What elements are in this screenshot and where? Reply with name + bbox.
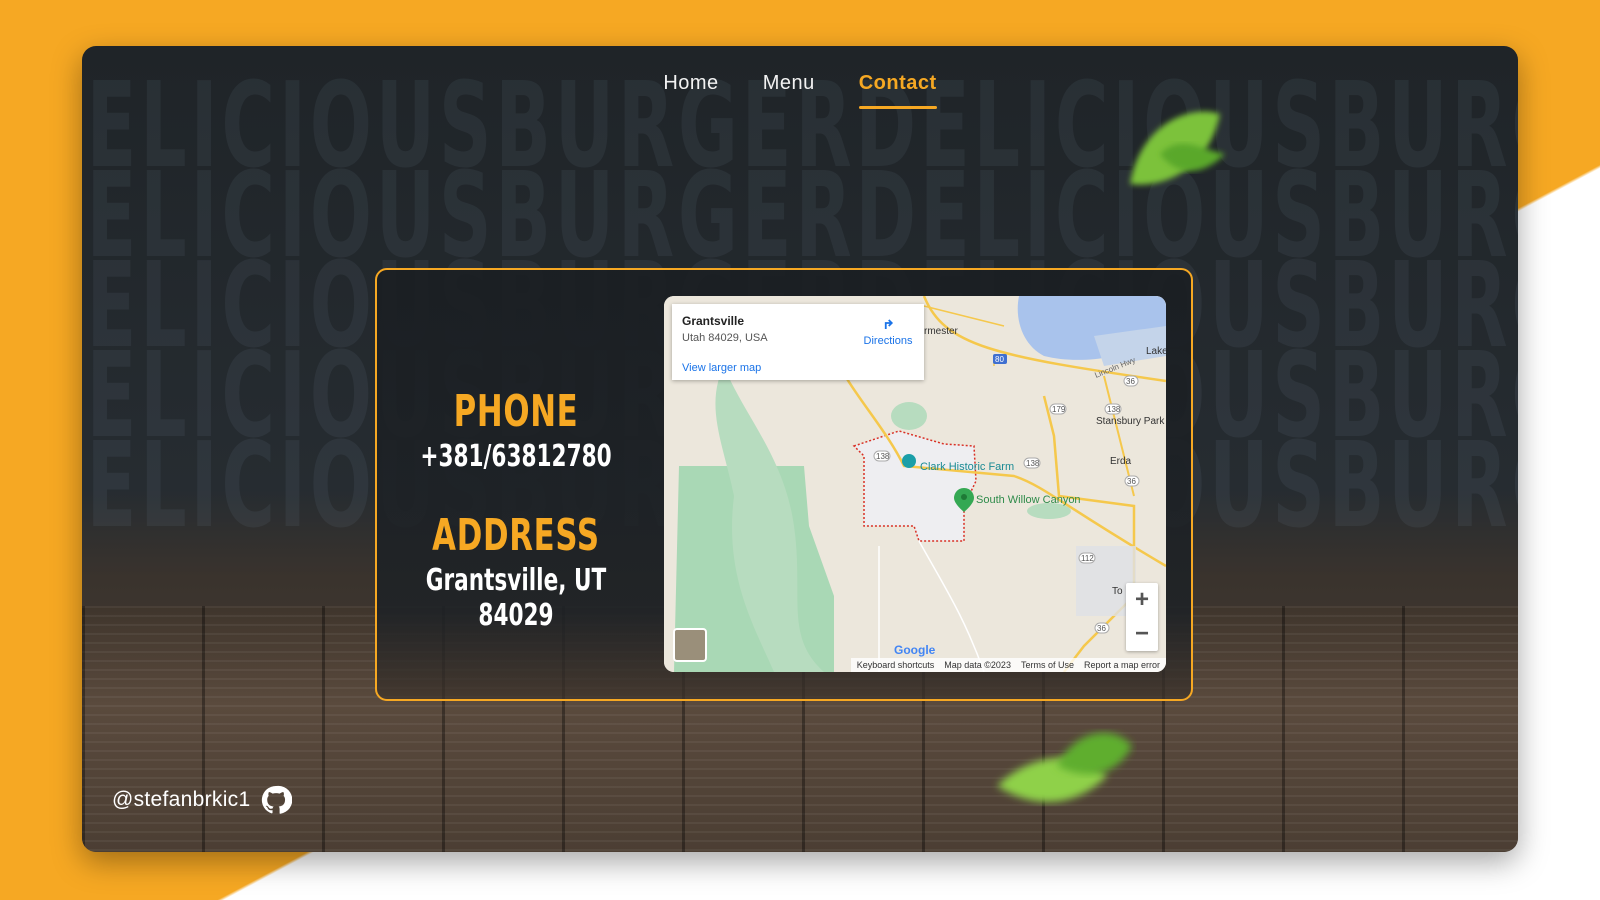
report-error-link[interactable]: Report a map error (1084, 660, 1160, 670)
author-handle: @stefanbrkic1 (112, 784, 293, 816)
author-handle-text: @stefanbrkic1 (112, 788, 251, 811)
directions-icon (884, 319, 894, 329)
address-value: Grantsville, UT 84029 (425, 563, 607, 633)
nav-contact[interactable]: Contact (858, 68, 937, 121)
phone-label: PHONE (453, 386, 579, 437)
road-badge: 179 (1052, 405, 1066, 414)
nav-home[interactable]: Home (663, 68, 718, 121)
github-link[interactable] (260, 784, 293, 816)
road-badge: 138 (1107, 405, 1121, 414)
view-larger-map-link[interactable]: View larger map (682, 362, 761, 374)
road-badge: 36 (1126, 377, 1135, 386)
google-logo: Google (894, 643, 936, 657)
map-label: Clark Historic Farm (920, 461, 1014, 473)
terms-link[interactable]: Terms of Use (1021, 660, 1074, 670)
embedded-map[interactable]: 138 138 179 36 112 36 80 36 138 Clark Hi… (664, 296, 1166, 672)
contact-card: PHONE +381/63812780 ADDRESS Grantsville,… (375, 268, 1193, 701)
map-label: Lake (1146, 346, 1166, 357)
background-text-row: DELICIOUSBURGERDELICIOUSBURGER (82, 146, 1518, 284)
nav-menu[interactable]: Menu (763, 68, 815, 121)
directions-button[interactable]: Directions (860, 314, 916, 347)
satellite-toggle[interactable] (673, 628, 707, 662)
github-icon (262, 785, 293, 814)
map-label: rmester (924, 326, 959, 337)
map-label: To (1112, 586, 1123, 597)
keyboard-shortcuts-link[interactable]: Keyboard shortcuts (857, 660, 935, 670)
place-subtitle: Utah 84029, USA (682, 332, 768, 344)
leaf-icon (1130, 111, 1225, 185)
map-label: Stansbury Park (1096, 416, 1165, 427)
road-badge: 138 (876, 452, 890, 461)
page-frame: DELICIOUSBURGERDELICIOUSBURGER DELICIOUS… (82, 46, 1518, 852)
road-badge: 80 (995, 355, 1004, 364)
map-label: Erda (1110, 456, 1132, 467)
road-badge: 138 (1026, 459, 1040, 468)
road-badge: 112 (1081, 554, 1094, 563)
map-footer: Keyboard shortcuts Map data ©2023 Terms … (850, 658, 1166, 672)
place-title: Grantsville (682, 314, 745, 328)
leaf-icon (997, 732, 1132, 803)
phone-value: +381/63812780 (420, 439, 612, 474)
main-nav: Home Menu Contact (82, 68, 1518, 121)
directions-label: Directions (863, 335, 913, 347)
map-label: South Willow Canyon (976, 494, 1081, 506)
zoom-out-button[interactable]: − (1126, 617, 1158, 651)
zoom-controls: + − (1126, 583, 1158, 651)
map-data-text: Map data ©2023 (944, 660, 1011, 670)
contact-info: PHONE +381/63812780 ADDRESS Grantsville,… (377, 270, 655, 699)
zoom-in-button[interactable]: + (1126, 583, 1158, 617)
road-badge: 36 (1127, 477, 1136, 486)
address-label: ADDRESS (432, 510, 600, 561)
road-badge: 36 (1097, 624, 1106, 633)
place-info-card: Grantsville Utah 84029, USA View larger … (672, 304, 924, 380)
